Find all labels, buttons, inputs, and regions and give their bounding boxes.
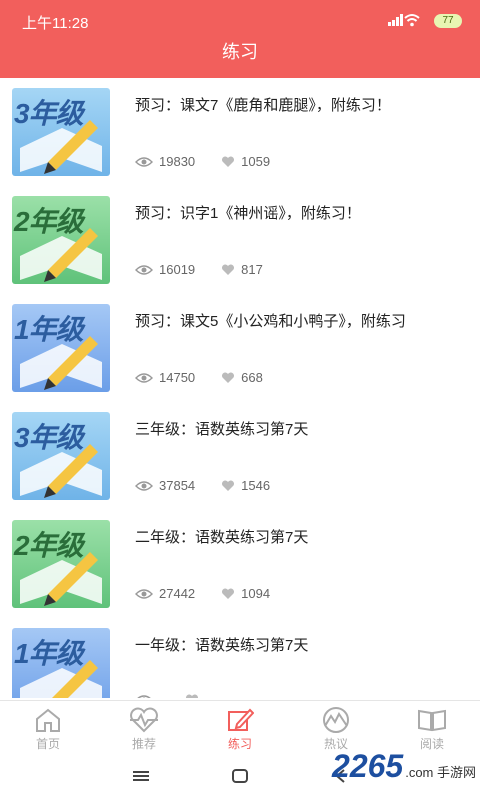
view-count: 37854 — [159, 478, 196, 493]
pencil-icon — [20, 660, 102, 698]
like-count: 1059 — [241, 154, 271, 169]
tab-practice[interactable]: 练习 — [192, 705, 288, 755]
view-count: 27442 — [159, 586, 196, 601]
like-count: 1094 — [241, 586, 271, 601]
menu-icon[interactable] — [132, 768, 150, 784]
pencil-icon — [20, 120, 102, 174]
item-title: 二年级：语数英练习第7天 — [135, 529, 309, 546]
grade-thumbnail: 2年级 — [12, 196, 110, 284]
item-title: 一年级：语数英练习第7天 — [135, 637, 309, 654]
tab-label: 首页 — [35, 737, 60, 751]
status-bar: 上午11:28 77 — [0, 0, 480, 44]
home-icon — [36, 708, 60, 732]
mountain-icon — [323, 707, 349, 733]
status-time: 上午11:28 — [22, 15, 89, 32]
item-title: 预习：课文7《鹿角和鹿腿》，附练习！ — [135, 97, 391, 114]
signal-icon — [388, 14, 403, 26]
watermark-site: .com 手游网 — [405, 765, 476, 780]
eye-icon — [135, 156, 153, 167]
list-item[interactable]: 2年级 二年级：语数英练习第7天 27442 1094 — [0, 510, 480, 618]
heart-pulse-icon — [130, 707, 158, 733]
battery-icon: 77 — [434, 14, 462, 28]
view-count: 14750 — [159, 370, 196, 385]
heart-icon — [222, 479, 235, 491]
heart-icon — [222, 263, 235, 275]
eye-icon — [135, 372, 153, 383]
edit-icon — [228, 708, 254, 731]
item-title: 三年级：语数英练习第7天 — [135, 421, 309, 438]
pencil-icon — [20, 552, 102, 606]
item-stats — [135, 694, 205, 698]
item-stats: 14750 668 — [135, 370, 263, 385]
heart-icon — [222, 155, 235, 167]
watermark-logo: 2265 .com 手游网 — [332, 748, 476, 785]
home-button-icon[interactable] — [231, 768, 249, 784]
item-stats: 19830 1059 — [135, 154, 270, 169]
grade-thumbnail: 3年级 — [12, 88, 110, 176]
pencil-icon — [20, 444, 102, 498]
view-count: 16019 — [159, 262, 196, 277]
pencil-icon — [20, 228, 102, 282]
book-icon — [418, 709, 446, 732]
eye-icon — [137, 695, 151, 698]
item-stats: 16019 817 — [135, 262, 263, 277]
tab-label: 练习 — [227, 737, 252, 751]
like-count: 668 — [241, 370, 263, 385]
list-item[interactable]: 3年级 三年级：语数英练习第7天 37854 1546 — [0, 402, 480, 510]
item-title: 预习：识字1《神州谣》，附练习！ — [135, 205, 361, 222]
tab-home[interactable]: 首页 — [0, 705, 96, 755]
list-item[interactable]: 2年级 预习：识字1《神州谣》，附练习！ 16019 817 — [0, 186, 480, 294]
heart-icon — [222, 371, 235, 383]
grade-thumbnail: 1年级 — [12, 304, 110, 392]
pencil-icon — [20, 336, 102, 390]
item-title: 预习：课文5《小公鸡和小鸭子》，附练习 — [135, 313, 406, 330]
page-title: 练习 — [222, 42, 258, 62]
eye-icon — [135, 264, 153, 275]
eye-icon — [135, 588, 153, 599]
list-item[interactable]: 1年级 预习：课文5《小公鸡和小鸭子》，附练习 14750 668 — [0, 294, 480, 402]
like-count: 1546 — [241, 478, 271, 493]
heart-icon — [222, 587, 235, 599]
grade-thumbnail: 1年级 — [12, 628, 110, 698]
watermark-brand: 2265 — [332, 748, 404, 784]
list-item[interactable]: 3年级 预习：课文7《鹿角和鹿腿》，附练习！ 19830 1059 — [0, 78, 480, 186]
exercise-list: 3年级 预习：课文7《鹿角和鹿腿》，附练习！ 19830 1059 2年级 预习… — [0, 78, 480, 698]
eye-icon — [135, 480, 153, 491]
view-count: 19830 — [159, 154, 196, 169]
wifi-icon — [404, 14, 420, 27]
grade-thumbnail: 3年级 — [12, 412, 110, 500]
heart-icon — [186, 694, 198, 698]
tab-label: 推荐 — [131, 737, 156, 751]
tab-recommend[interactable]: 推荐 — [96, 705, 192, 755]
grade-thumbnail: 2年级 — [12, 520, 110, 608]
list-item[interactable]: 1年级 一年级：语数英练习第7天 — [0, 618, 480, 698]
item-stats: 27442 1094 — [135, 586, 270, 601]
like-count: 817 — [241, 262, 263, 277]
item-stats: 37854 1546 — [135, 478, 270, 493]
header-bar: 练习 — [0, 42, 480, 78]
